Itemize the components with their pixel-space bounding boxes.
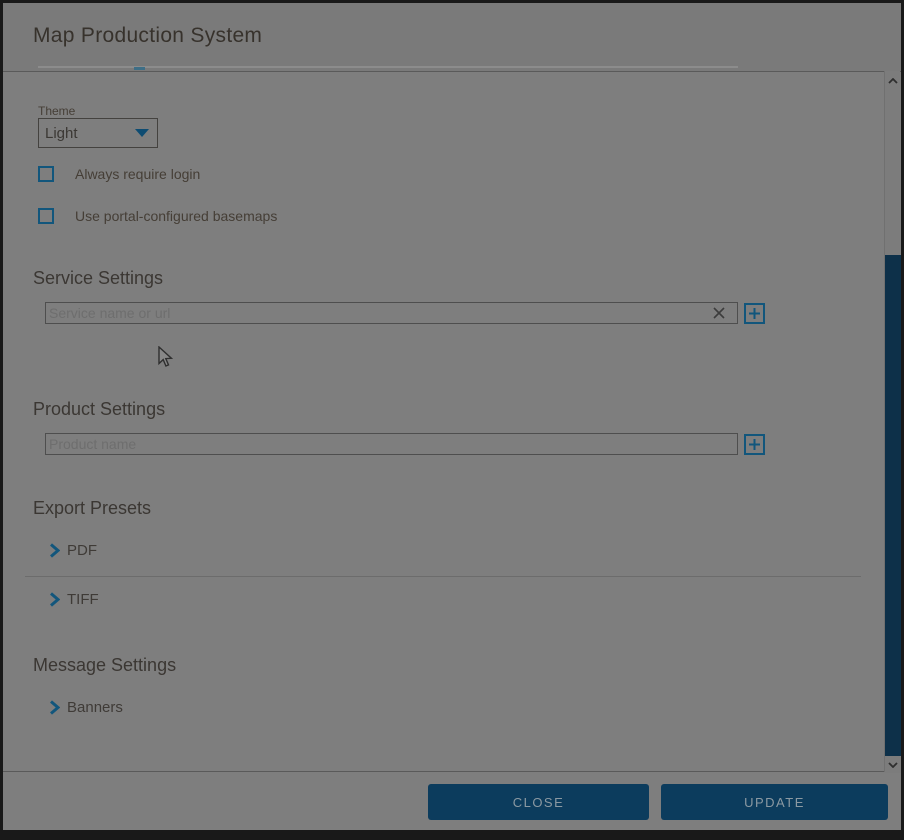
header-divider bbox=[3, 71, 901, 72]
portal-basemaps-row: Use portal-configured basemaps bbox=[38, 208, 277, 224]
map-production-system-dialog: Map Production System Theme Light Always… bbox=[3, 3, 901, 830]
service-name-input[interactable] bbox=[45, 302, 738, 324]
always-require-login-label: Always require login bbox=[75, 166, 200, 182]
always-require-login-checkbox[interactable] bbox=[38, 166, 54, 182]
update-button[interactable]: UPDATE bbox=[661, 784, 888, 820]
dialog-header: Map Production System bbox=[3, 3, 901, 71]
dialog-title: Map Production System bbox=[33, 24, 262, 48]
clear-x-icon[interactable] bbox=[711, 305, 727, 321]
scrolled-out-caret-remnant bbox=[134, 67, 145, 70]
banners-expander[interactable]: Banners bbox=[49, 699, 123, 716]
add-service-button[interactable] bbox=[744, 303, 765, 324]
chevron-up-icon bbox=[888, 78, 898, 84]
scroll-up-button[interactable] bbox=[885, 73, 901, 89]
add-product-button[interactable] bbox=[744, 434, 765, 455]
theme-select[interactable]: Light bbox=[38, 118, 158, 148]
portal-basemaps-checkbox[interactable] bbox=[38, 208, 54, 224]
screen: Map Production System Theme Light Always… bbox=[0, 0, 904, 840]
banners-label: Banners bbox=[67, 699, 123, 716]
export-presets-heading: Export Presets bbox=[33, 498, 151, 519]
chevron-right-icon bbox=[49, 592, 60, 607]
scroll-down-button[interactable] bbox=[885, 757, 901, 773]
dialog-footer: CLOSE UPDATE bbox=[3, 772, 901, 830]
vertical-scrollbar[interactable] bbox=[884, 71, 900, 772]
theme-select-value: Light bbox=[45, 125, 135, 142]
plus-icon bbox=[748, 438, 761, 451]
chevron-right-icon bbox=[49, 543, 60, 558]
chevron-down-icon bbox=[888, 762, 898, 768]
chevron-right-icon bbox=[49, 700, 60, 715]
preset-tiff-label: TIFF bbox=[67, 591, 99, 608]
caret-down-icon bbox=[135, 129, 149, 137]
service-settings-heading: Service Settings bbox=[33, 268, 163, 289]
preset-pdf-expander[interactable]: PDF bbox=[49, 542, 97, 559]
scrollbar-thumb[interactable] bbox=[885, 255, 901, 756]
theme-label: Theme bbox=[38, 104, 75, 118]
preset-pdf-label: PDF bbox=[67, 542, 97, 559]
product-settings-heading: Product Settings bbox=[33, 399, 165, 420]
message-settings-heading: Message Settings bbox=[33, 655, 176, 676]
always-require-login-row: Always require login bbox=[38, 166, 200, 182]
preset-tiff-expander[interactable]: TIFF bbox=[49, 591, 99, 608]
product-name-input[interactable] bbox=[45, 433, 738, 455]
preset-divider bbox=[25, 576, 861, 577]
close-button[interactable]: CLOSE bbox=[428, 784, 649, 820]
plus-icon bbox=[748, 307, 761, 320]
portal-basemaps-label: Use portal-configured basemaps bbox=[75, 208, 277, 224]
